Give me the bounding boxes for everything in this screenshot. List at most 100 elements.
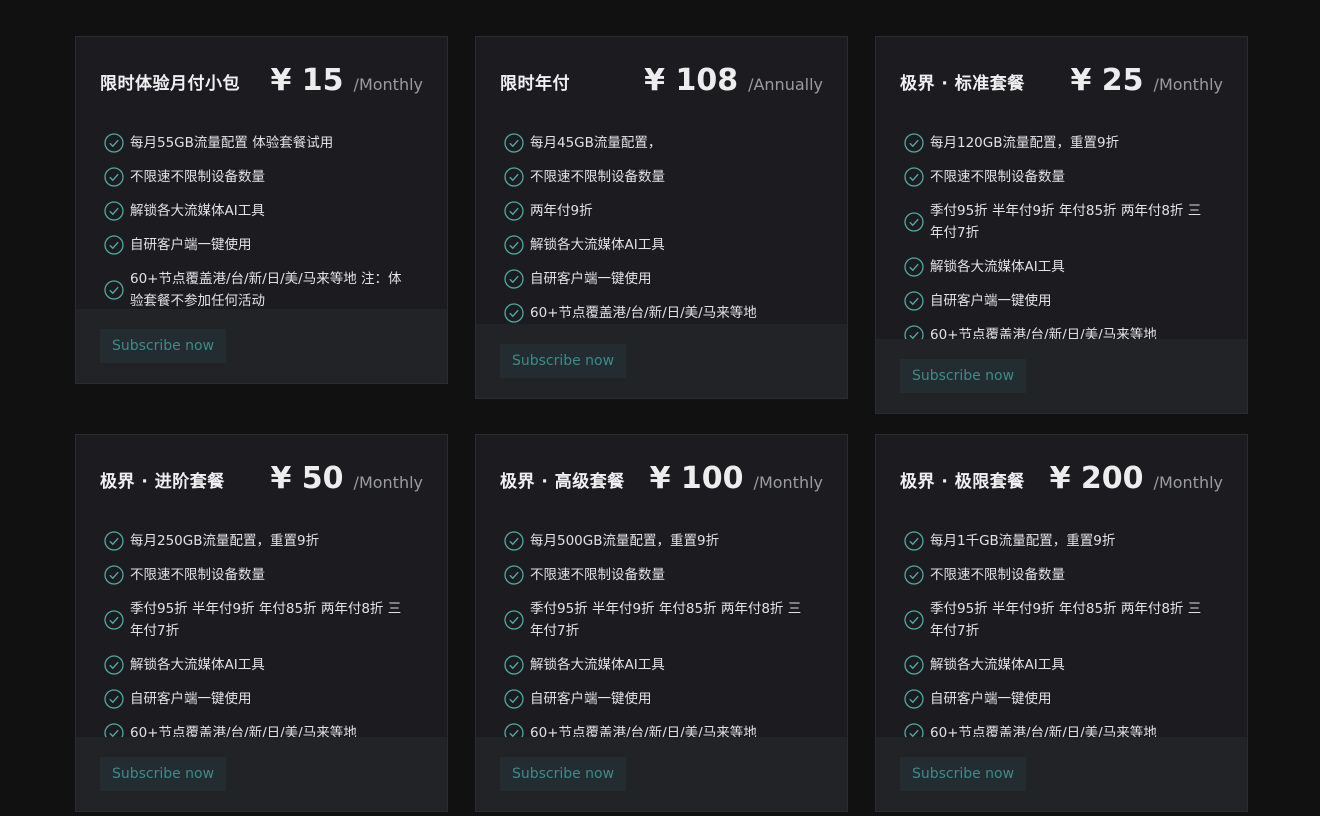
check-circle-icon	[104, 655, 124, 675]
check-circle-icon	[104, 280, 124, 300]
plan-name: 极界 · 极限套餐	[900, 472, 1025, 492]
plan-name: 限时体验月付小包	[100, 74, 240, 94]
check-circle-icon	[904, 212, 924, 232]
feature-text: 不限速不限制设备数量	[130, 169, 265, 185]
plan-name: 极界 · 标准套餐	[900, 74, 1025, 94]
feature-text: 每月55GB流量配置 体验套餐试用	[130, 135, 334, 151]
feature-item: 两年付9折	[504, 197, 814, 225]
plan-card: 限时体验月付小包 ¥ 15 /Monthly 每月55GB流量配置 体验套餐试用…	[75, 36, 448, 384]
feature-text: 自研客户端一键使用	[530, 271, 652, 287]
feature-item: 不限速不限制设备数量	[904, 561, 1214, 589]
feature-item: 不限速不限制设备数量	[504, 561, 814, 589]
feature-item: 自研客户端一键使用	[904, 685, 1214, 713]
feature-text: 季付95折 半年付9折 年付85折 两年付8折 三年付7折	[930, 203, 1202, 241]
feature-text: 不限速不限制设备数量	[530, 567, 665, 583]
feature-text: 解锁各大流媒体AI工具	[130, 203, 265, 219]
feature-item: 每月120GB流量配置，重置9折	[904, 129, 1214, 157]
feature-item: 解锁各大流媒体AI工具	[904, 651, 1214, 679]
subscribe-button[interactable]: Subscribe now	[500, 344, 626, 378]
check-circle-icon	[904, 167, 924, 187]
feature-text: 两年付9折	[530, 203, 593, 219]
plan-header: 极界 · 标准套餐 ¥ 25 /Monthly	[876, 37, 1247, 129]
subscribe-button[interactable]: Subscribe now	[900, 757, 1026, 791]
check-circle-icon	[904, 565, 924, 585]
feature-text: 自研客户端一键使用	[130, 691, 252, 707]
check-circle-icon	[904, 133, 924, 153]
feature-item: 每月55GB流量配置 体验套餐试用	[104, 129, 414, 157]
feature-text: 解锁各大流媒体AI工具	[930, 259, 1065, 275]
subscribe-button[interactable]: Subscribe now	[100, 757, 226, 791]
feature-item: 解锁各大流媒体AI工具	[504, 231, 814, 259]
feature-item: 每月500GB流量配置，重置9折	[504, 527, 814, 555]
feature-text: 解锁各大流媒体AI工具	[130, 657, 265, 673]
check-circle-icon	[904, 655, 924, 675]
plan-period: /Monthly	[353, 473, 423, 492]
feature-item: 自研客户端一键使用	[904, 287, 1214, 315]
feature-text: 解锁各大流媒体AI工具	[930, 657, 1065, 673]
subscribe-button[interactable]: Subscribe now	[500, 757, 626, 791]
plan-header: 限时体验月付小包 ¥ 15 /Monthly	[76, 37, 447, 129]
feature-item: 季付95折 半年付9折 年付85折 两年付8折 三年付7折	[904, 197, 1214, 247]
feature-text: 解锁各大流媒体AI工具	[530, 237, 665, 253]
plan-price-block: ¥ 50 /Monthly	[270, 461, 423, 496]
feature-text: 季付95折 半年付9折 年付85折 两年付8折 三年付7折	[530, 601, 802, 639]
check-circle-icon	[504, 303, 524, 323]
plan-period: /Monthly	[1153, 473, 1223, 492]
feature-item: 不限速不限制设备数量	[504, 163, 814, 191]
plan-name: 极界 · 进阶套餐	[100, 472, 225, 492]
check-circle-icon	[504, 655, 524, 675]
plan-price: ¥ 100	[649, 461, 744, 496]
plan-footer: Subscribe now	[876, 737, 1247, 811]
feature-item: 解锁各大流媒体AI工具	[104, 197, 414, 225]
plan-period: /Annually	[748, 75, 823, 94]
plan-footer: Subscribe now	[476, 324, 847, 398]
check-circle-icon	[504, 269, 524, 289]
check-circle-icon	[104, 167, 124, 187]
plan-card: 极界 · 高级套餐 ¥ 100 /Monthly 每月500GB流量配置，重置9…	[475, 434, 848, 812]
feature-item: 解锁各大流媒体AI工具	[904, 253, 1214, 281]
feature-text: 每月1千GB流量配置，重置9折	[930, 533, 1116, 549]
plan-header: 极界 · 进阶套餐 ¥ 50 /Monthly	[76, 435, 447, 527]
feature-item: 解锁各大流媒体AI工具	[504, 651, 814, 679]
check-circle-icon	[904, 610, 924, 630]
check-circle-icon	[504, 133, 524, 153]
plan-card: 限时年付 ¥ 108 /Annually 每月45GB流量配置， 不限速不限制设…	[475, 36, 848, 399]
plan-header: 极界 · 高级套餐 ¥ 100 /Monthly	[476, 435, 847, 527]
feature-text: 季付95折 半年付9折 年付85折 两年付8折 三年付7折	[130, 601, 402, 639]
check-circle-icon	[504, 531, 524, 551]
check-circle-icon	[504, 167, 524, 187]
feature-text: 不限速不限制设备数量	[130, 567, 265, 583]
plan-footer: Subscribe now	[876, 339, 1247, 413]
plan-price-block: ¥ 108 /Annually	[644, 63, 823, 98]
feature-text: 60+节点覆盖港/台/新/日/美/马来等地 注：体验套餐不参加任何活动	[130, 271, 402, 309]
feature-text: 每月120GB流量配置，重置9折	[930, 135, 1120, 151]
plan-period: /Monthly	[353, 75, 423, 94]
feature-text: 60+节点覆盖港/台/新/日/美/马来等地	[530, 305, 757, 321]
plan-period: /Monthly	[1153, 75, 1223, 94]
subscribe-button[interactable]: Subscribe now	[900, 359, 1026, 393]
feature-item: 每月250GB流量配置，重置9折	[104, 527, 414, 555]
check-circle-icon	[504, 610, 524, 630]
plan-price: ¥ 50	[270, 461, 344, 496]
feature-text: 每月45GB流量配置，	[530, 135, 662, 151]
check-circle-icon	[104, 133, 124, 153]
plan-name: 限时年付	[500, 74, 570, 94]
feature-item: 季付95折 半年付9折 年付85折 两年付8折 三年付7折	[904, 595, 1214, 645]
feature-item: 解锁各大流媒体AI工具	[104, 651, 414, 679]
feature-item: 自研客户端一键使用	[504, 265, 814, 293]
plan-price-block: ¥ 200 /Monthly	[1050, 461, 1223, 496]
check-circle-icon	[504, 201, 524, 221]
feature-text: 每月250GB流量配置，重置9折	[130, 533, 320, 549]
feature-item: 不限速不限制设备数量	[104, 163, 414, 191]
subscribe-button[interactable]: Subscribe now	[100, 329, 226, 363]
feature-item: 60+节点覆盖港/台/新/日/美/马来等地 注：体验套餐不参加任何活动	[104, 265, 414, 315]
plan-footer: Subscribe now	[476, 737, 847, 811]
plan-price: ¥ 15	[270, 63, 344, 98]
feature-text: 自研客户端一键使用	[130, 237, 252, 253]
check-circle-icon	[904, 291, 924, 311]
check-circle-icon	[904, 531, 924, 551]
check-circle-icon	[104, 531, 124, 551]
plan-period: /Monthly	[753, 473, 823, 492]
plan-card: 极界 · 极限套餐 ¥ 200 /Monthly 每月1千GB流量配置，重置9折…	[875, 434, 1248, 812]
feature-item: 每月1千GB流量配置，重置9折	[904, 527, 1214, 555]
